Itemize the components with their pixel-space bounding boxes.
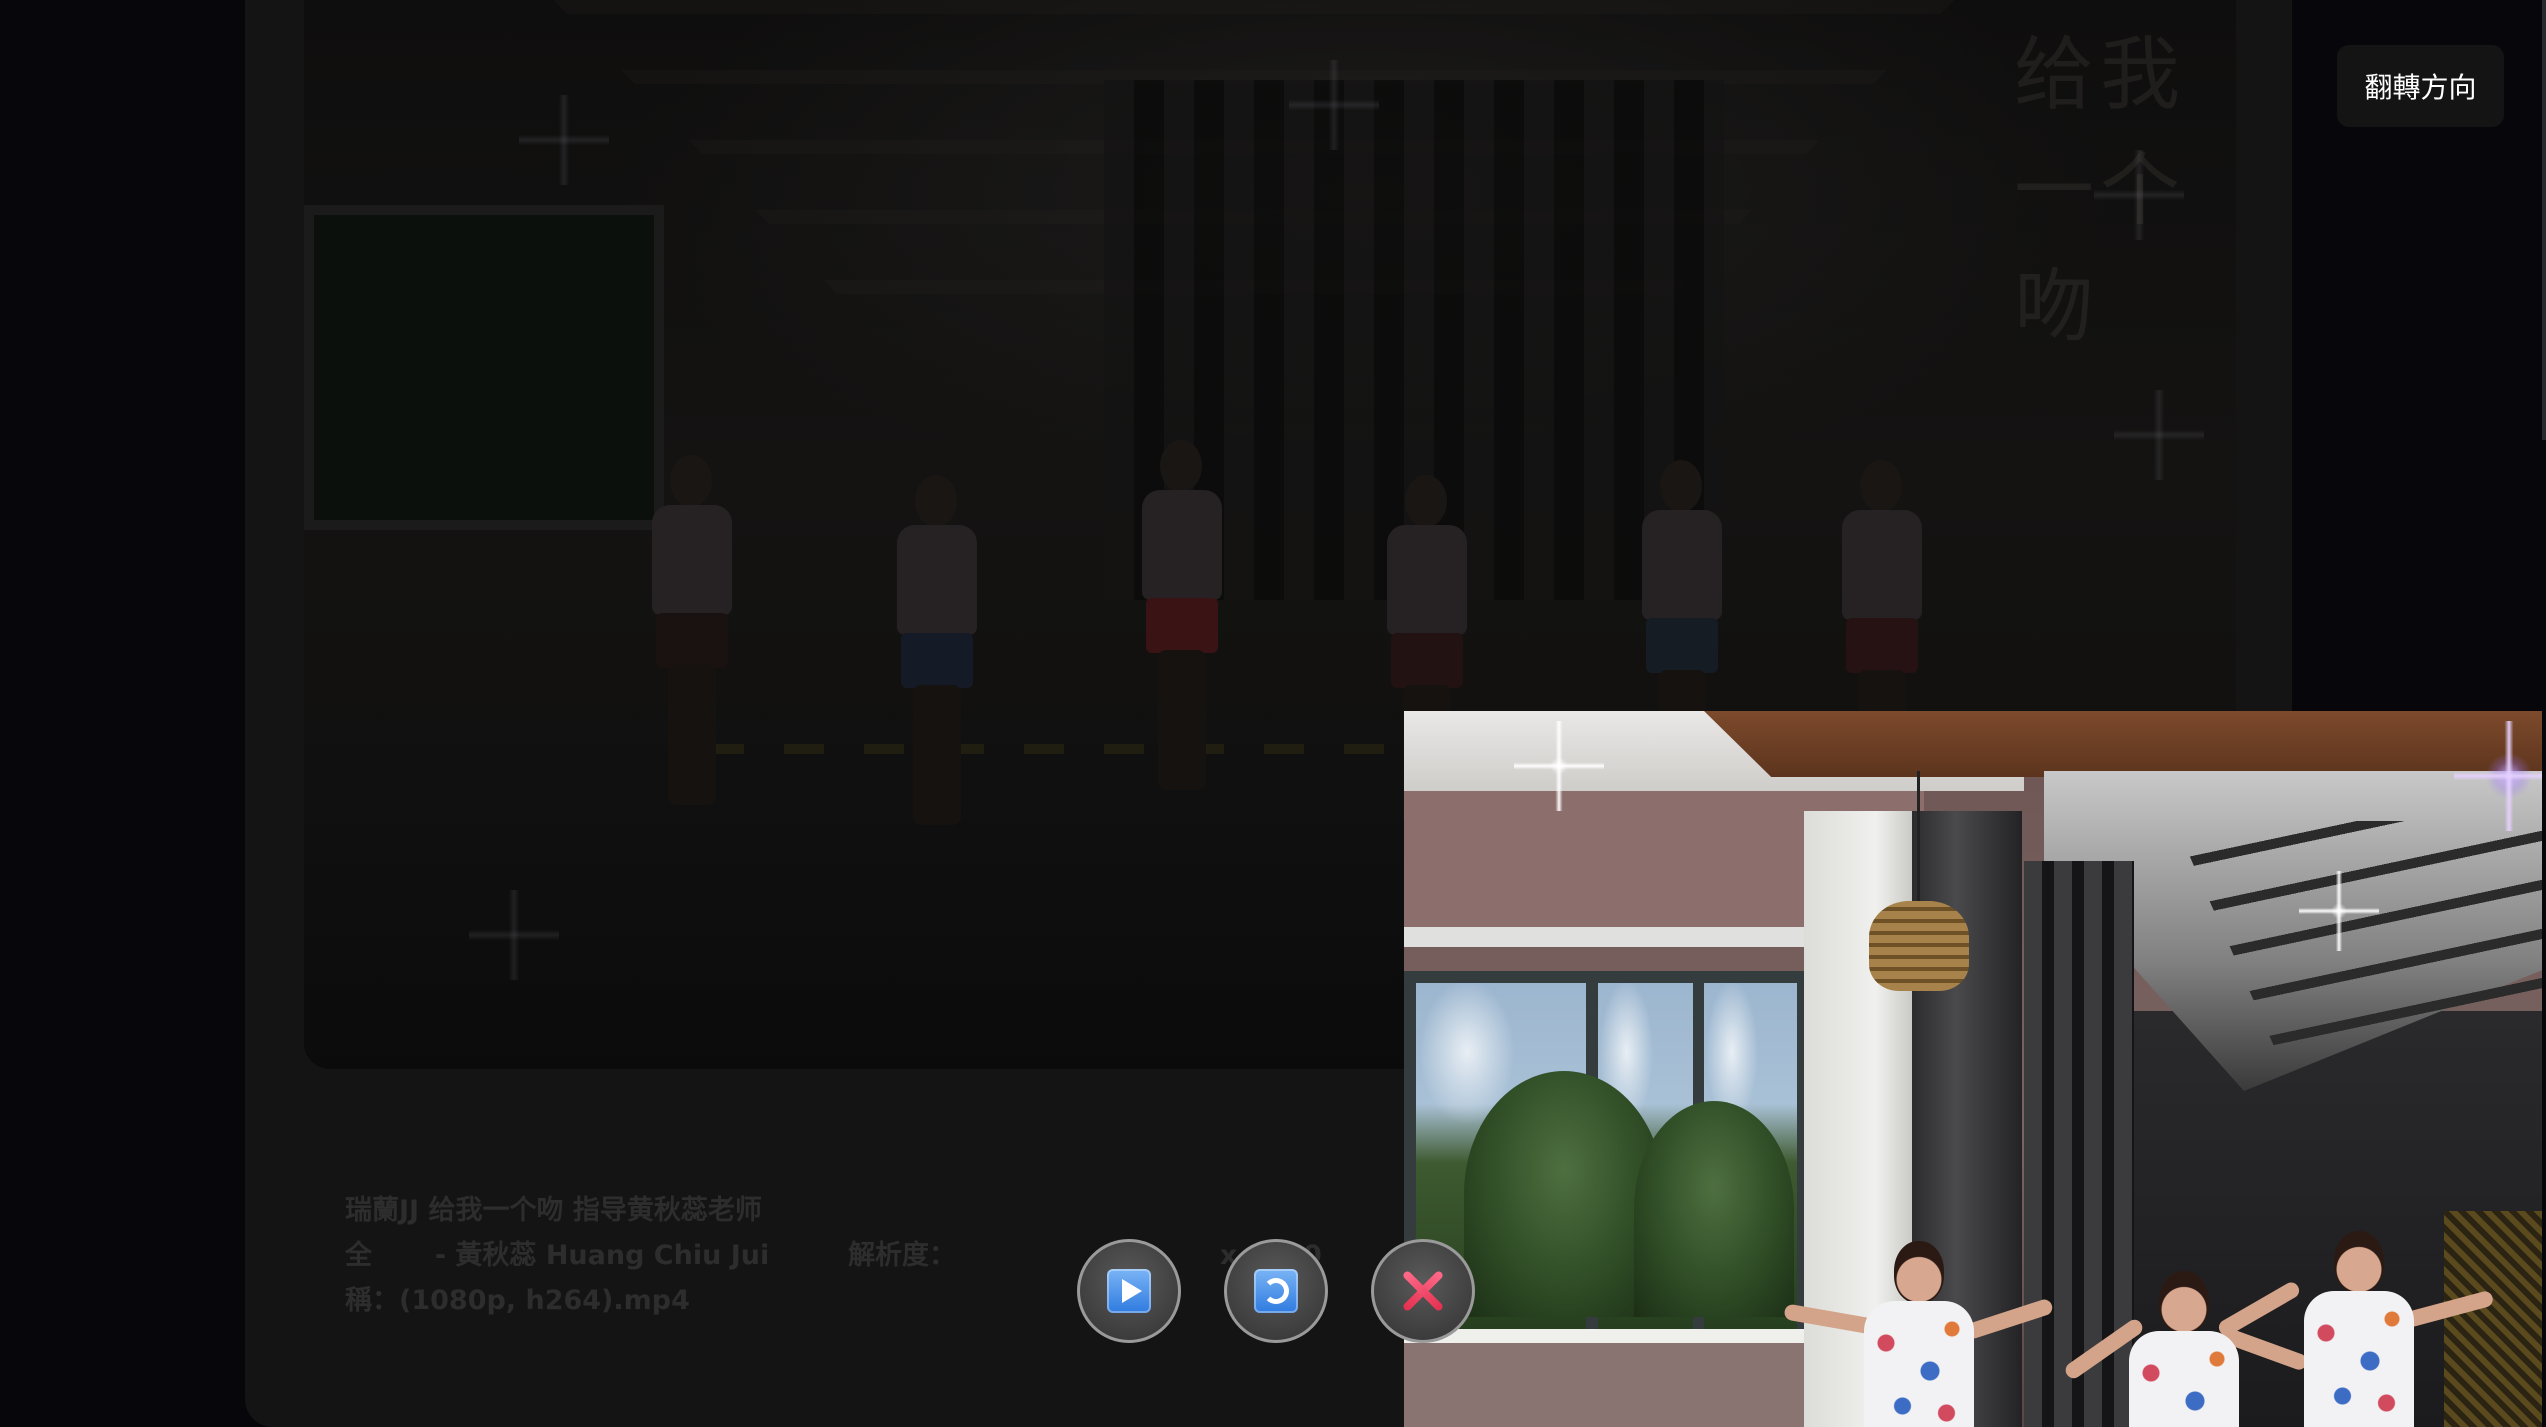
- video-info-author: - 黃秋蕊 Huang Chiu Jui: [434, 1240, 770, 1271]
- pip-video[interactable]: [1404, 711, 2542, 1427]
- play-icon: [1107, 1269, 1151, 1313]
- video-info-file: (1080p, h264).mp4: [399, 1285, 690, 1316]
- pip-dancer: [2216, 1231, 2495, 1427]
- flip-direction-button[interactable]: 翻轉方向: [2337, 45, 2504, 127]
- bg-sparkle: [1289, 60, 1379, 150]
- video-info-resolution-label: 解析度：: [848, 1240, 957, 1271]
- bg-dancer: [644, 455, 739, 855]
- video-info-title: 瑞蘭JJ 给我一个吻 指导黄秋蕊老师: [345, 1195, 762, 1226]
- bg-sparkle: [469, 890, 559, 980]
- pip-wood-ceiling: [1704, 711, 2542, 777]
- bg-sparkle: [2114, 390, 2204, 480]
- sparkle: [2454, 721, 2542, 831]
- pip-dancer: [1783, 1241, 2055, 1427]
- refresh-button[interactable]: [1224, 1239, 1328, 1343]
- bg-window: [304, 205, 664, 530]
- bg-sparkle: [519, 95, 609, 185]
- pip-dancer: [2062, 1271, 2310, 1427]
- pip-screen: [2444, 1211, 2542, 1427]
- bg-dancer: [889, 475, 984, 875]
- video-info-author-prefix: 全: [345, 1240, 372, 1271]
- scrollbar[interactable]: [2542, 0, 2546, 440]
- close-icon: [1400, 1268, 1446, 1314]
- video-info-file-prefix: 稱：: [345, 1285, 399, 1316]
- sparkle: [2299, 871, 2379, 951]
- sparkle: [1514, 721, 1604, 811]
- video-title-overlay: 给我一个吻: [2014, 28, 2186, 353]
- close-button[interactable]: [1371, 1239, 1475, 1343]
- lantern: [1869, 771, 1969, 995]
- bg-dancer: [1134, 440, 1229, 840]
- play-button[interactable]: [1077, 1239, 1181, 1343]
- refresh-icon: [1254, 1269, 1298, 1313]
